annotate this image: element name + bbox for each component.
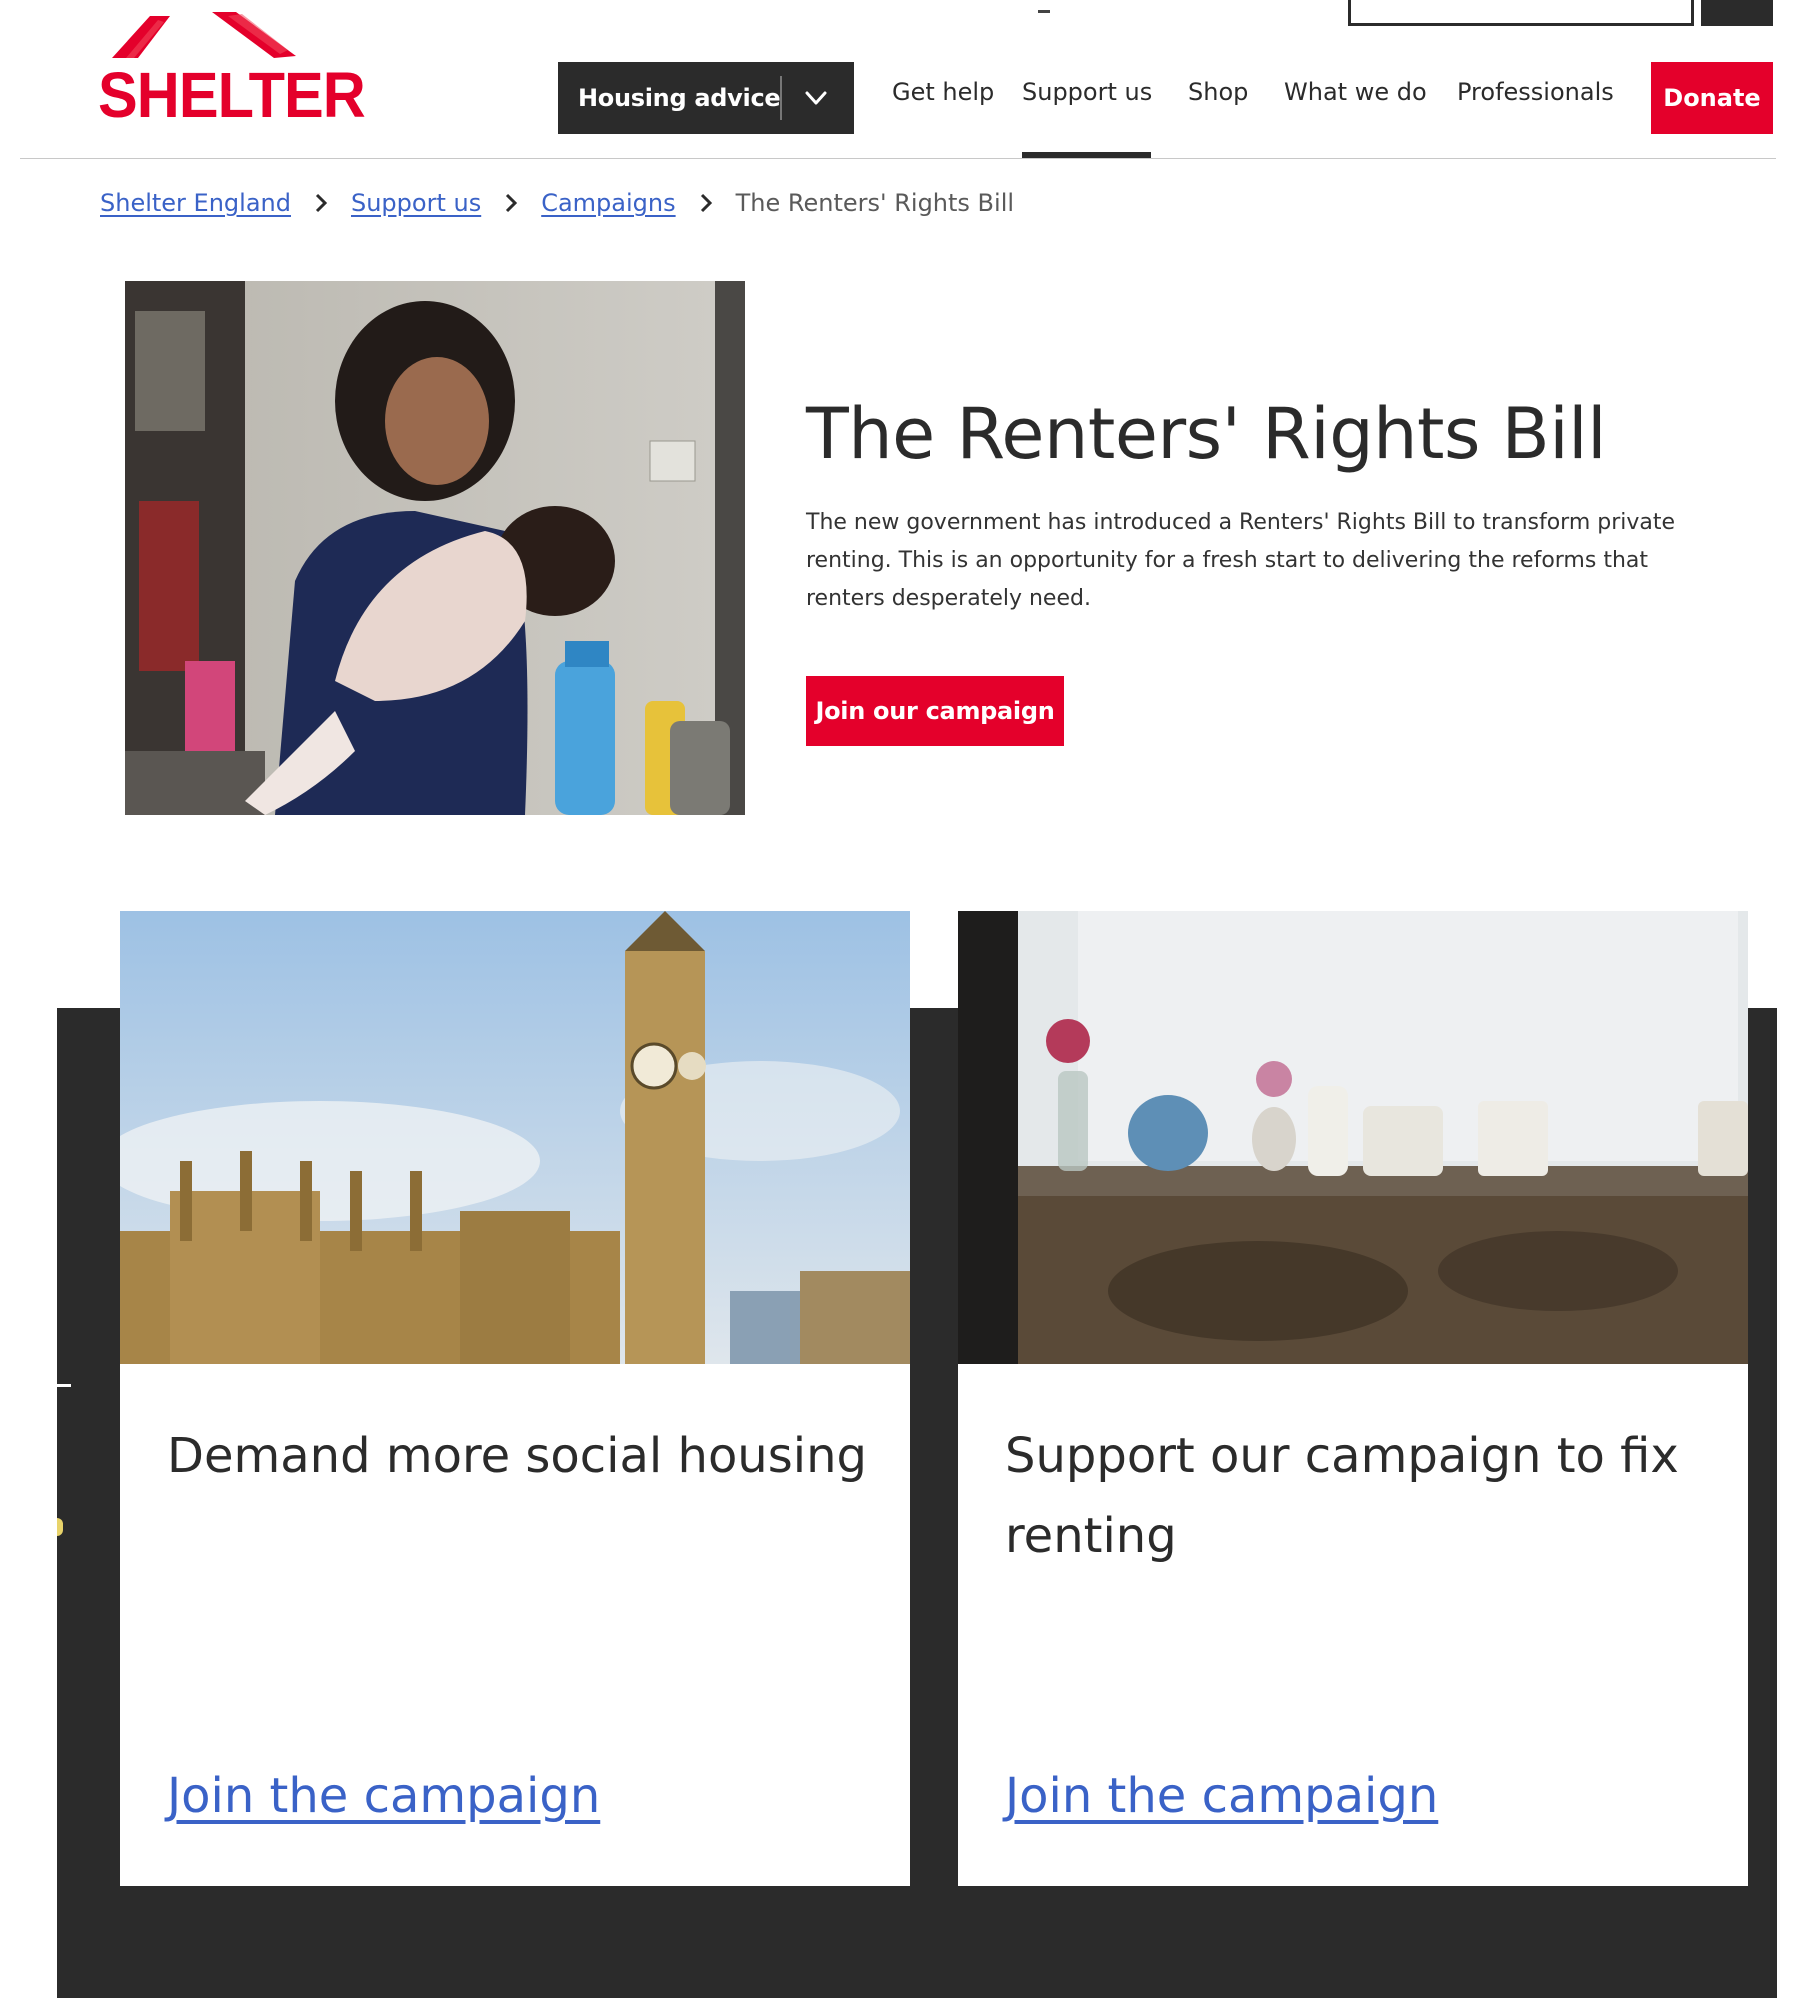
breadcrumb-campaigns[interactable]: Campaigns [541,189,675,217]
housing-advice-button[interactable]: Housing advice [558,62,854,134]
breadcrumb-shelter-england[interactable]: Shelter England [100,189,291,217]
chevron-right-icon [315,193,328,213]
windowsill-image [958,911,1748,1364]
chevron-right-icon [700,193,712,213]
breadcrumb-current: The Renters' Rights Bill [735,189,1015,217]
chevron-down-icon[interactable] [802,84,830,112]
join-our-campaign-button[interactable]: Join our campaign [806,676,1064,746]
nav-professionals[interactable]: Professionals [1457,78,1614,106]
search-input[interactable] [1348,0,1694,26]
page-title: The Renters' Rights Bill [806,393,1607,475]
band-decoration [57,1384,71,1387]
search-button[interactable] [1701,0,1773,26]
donate-button[interactable]: Donate [1651,62,1773,134]
chevron-right-icon [506,193,518,213]
housing-advice-label: Housing advice [578,84,781,112]
card-title-fix-renting: Support our campaign to fix renting [1005,1428,1679,1564]
nav-support-us[interactable]: Support us [1022,78,1152,106]
join-the-campaign-link[interactable]: Join the campaign [167,1768,600,1824]
breadcrumb-support-us[interactable]: Support us [351,189,481,217]
card-title-social-housing: Demand more social housing [167,1428,867,1484]
nav-get-help[interactable]: Get help [892,78,994,106]
header-divider [20,158,1776,159]
campaign-card-social-housing [120,911,910,1886]
utility-mark [1038,10,1050,13]
logo-wordmark: SHELTER [98,59,366,131]
hero-image [125,281,745,815]
nav-shop[interactable]: Shop [1188,78,1248,106]
join-the-campaign-link[interactable]: Join the campaign [1005,1768,1438,1824]
breadcrumb: Shelter England Support us Campaigns The… [100,186,1014,220]
campaign-card-fix-renting [958,911,1748,1886]
page-intro: The new government has introduced a Rent… [806,510,1676,611]
button-divider [780,76,782,120]
nav-what-we-do[interactable]: What we do [1284,78,1427,106]
parliament-image [120,911,910,1364]
shelter-logo[interactable]: SHELTER [98,10,366,127]
